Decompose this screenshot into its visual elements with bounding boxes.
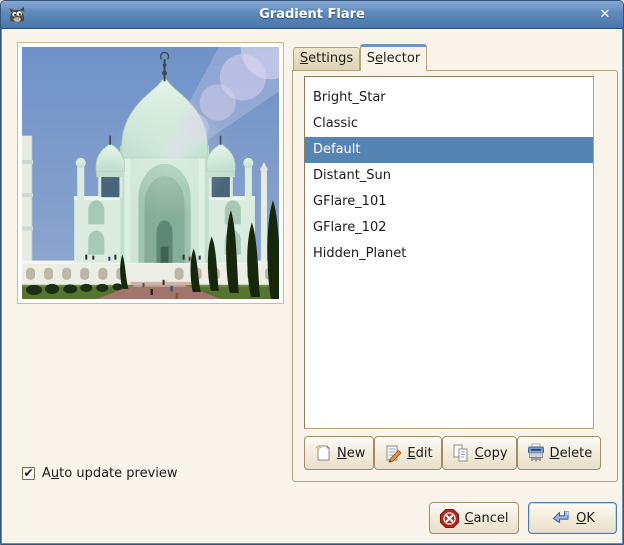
flare-preset-list: Bright_Star Classic Default Distant_Sun … [304, 76, 594, 429]
edit-button[interactable]: Edit [374, 436, 442, 470]
auto-update-preview-row: ✔ Auto update preview [22, 465, 178, 481]
flare-list-item[interactable]: GFlare_102 [305, 215, 593, 241]
cancel-label: Cancel [464, 510, 509, 526]
delete-label: Delete [549, 445, 593, 461]
auto-update-checkbox[interactable]: ✔ [22, 466, 35, 480]
gradient-flare-dialog: Gradient Flare ✕ ✔ Auto update preview S… [0, 0, 624, 545]
new-document-icon [315, 445, 330, 461]
cancel-icon [440, 508, 460, 528]
window-title: Gradient Flare [259, 7, 365, 22]
cancel-button[interactable]: Cancel [429, 502, 519, 534]
preview-frame [17, 42, 284, 304]
flare-list-item[interactable]: Distant_Sun [305, 163, 593, 189]
ok-label: OK [576, 510, 595, 526]
taj-mahal-flare-preview[interactable] [22, 47, 279, 299]
title-bar[interactable]: Gradient Flare ✕ [1, 1, 623, 29]
flare-list-item[interactable]: GFlare_101 [305, 189, 593, 215]
flare-list-item[interactable]: Classic [305, 111, 593, 137]
delete-shredder-icon [527, 443, 544, 462]
flare-list-item[interactable]: Bright_Star [305, 85, 593, 111]
close-icon[interactable]: ✕ [596, 5, 614, 25]
ok-button[interactable]: OK [528, 502, 617, 534]
flare-list-item[interactable]: Hidden_Planet [305, 241, 593, 267]
copy-button[interactable]: Copy [441, 436, 517, 470]
new-button[interactable]: New [304, 436, 375, 470]
copy-label: Copy [474, 445, 508, 461]
new-label: New [337, 445, 366, 461]
edit-icon [386, 445, 402, 463]
copy-icon [453, 444, 468, 462]
flare-list-item-selected[interactable]: Default [305, 137, 593, 163]
edit-label: Edit [407, 445, 433, 461]
list-action-row: New Edit Copy Delete [304, 436, 602, 471]
tab-settings[interactable]: Settings [293, 47, 360, 70]
ok-enter-arrow-icon [553, 510, 569, 524]
delete-button[interactable]: Delete [516, 436, 602, 470]
auto-update-label: Auto update preview [42, 465, 178, 481]
tab-selector[interactable]: Selector [360, 44, 427, 71]
